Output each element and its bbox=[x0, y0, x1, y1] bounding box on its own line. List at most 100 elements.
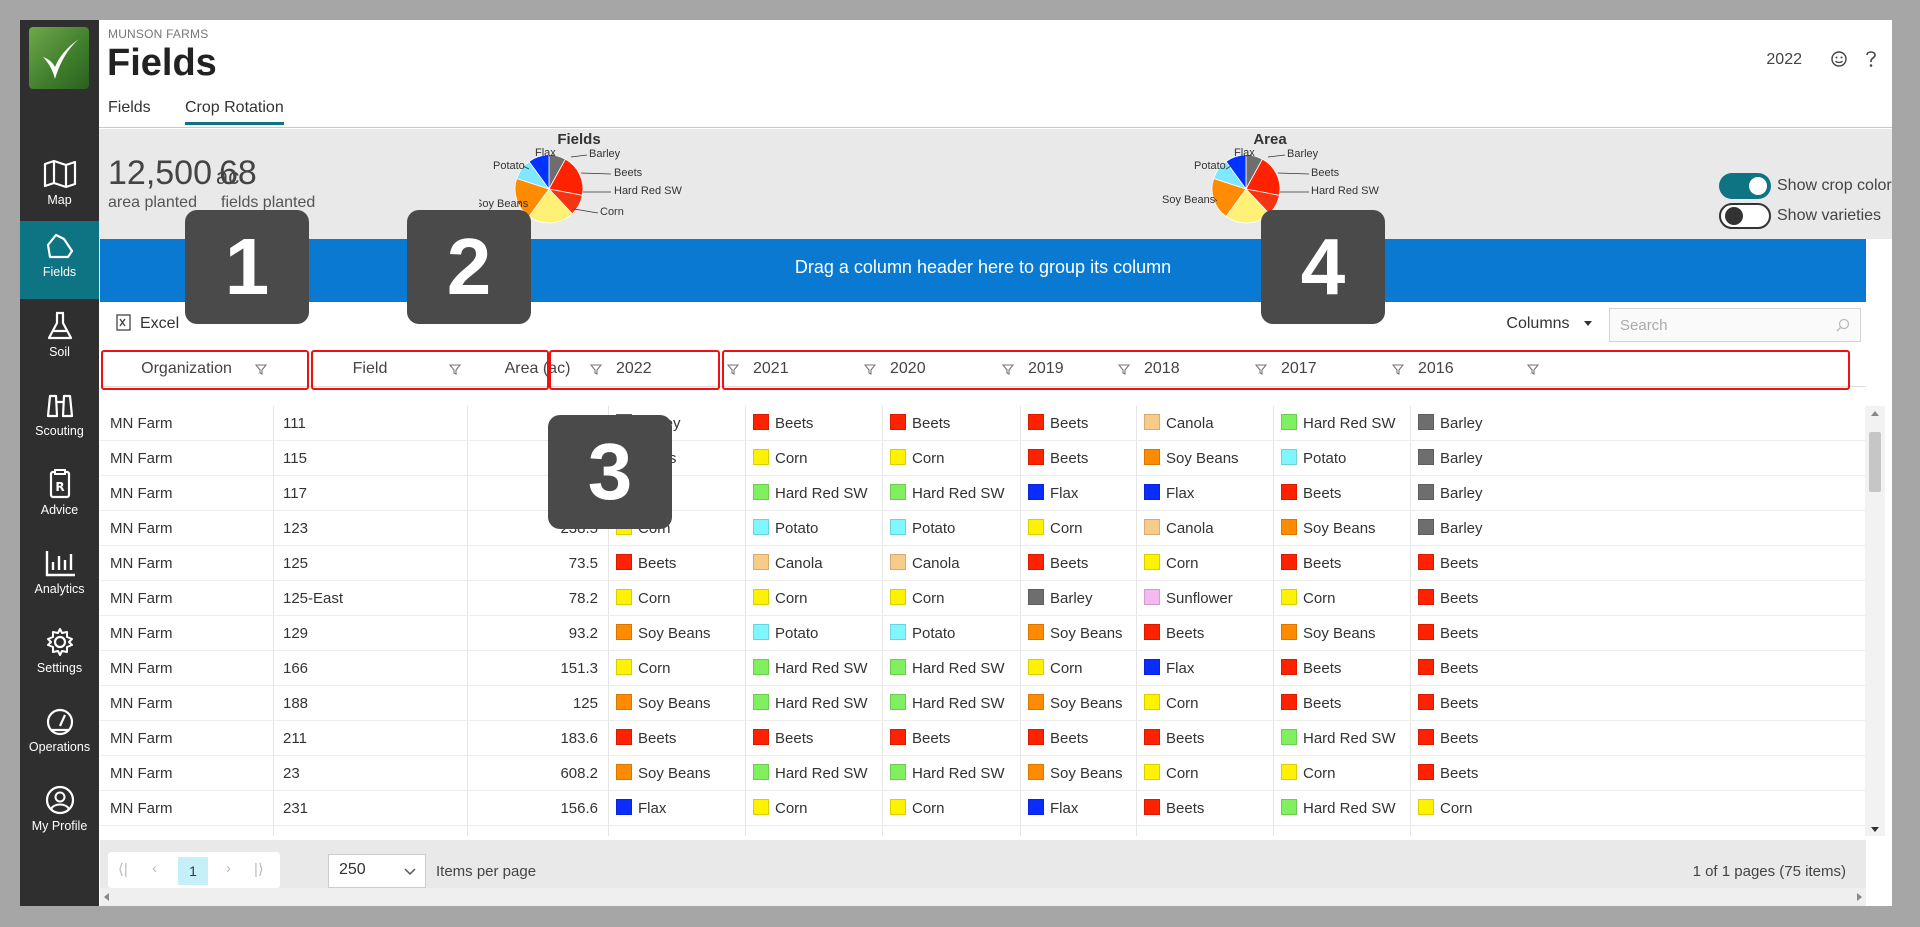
table-row[interactable]: MN Farm111296.9BarleyBeetsBeetsBeetsCano… bbox=[100, 406, 1866, 441]
next-page-button[interactable]: › bbox=[226, 860, 231, 877]
crop-color-swatch bbox=[753, 659, 769, 675]
sidebar-item-settings[interactable]: Settings bbox=[20, 617, 99, 695]
crop-color-swatch bbox=[890, 414, 906, 430]
crop-name: Beets bbox=[912, 730, 951, 747]
crop-color-swatch bbox=[890, 799, 906, 815]
columns-menu-button[interactable]: Columns bbox=[1506, 315, 1594, 333]
group-drop-zone[interactable]: Drag a column header here to group its c… bbox=[100, 239, 1866, 302]
table-row[interactable]: MN Farm 166 151.3 Corn Hard Red SW Hard Red S… bbox=[100, 651, 1866, 686]
table-row[interactable]: MN Farm 211 183.6 Beets Beets Beets Beets Beets… bbox=[100, 721, 1866, 756]
cell-crop-2022: Soy Beans bbox=[616, 756, 743, 791]
crop-color-swatch bbox=[1144, 414, 1160, 430]
sidebar-item-fields[interactable]: Fields bbox=[20, 221, 99, 299]
cell-crop-2019: Corn bbox=[1028, 511, 1134, 546]
crop-name: Soy Beans bbox=[1166, 450, 1239, 467]
cell-field: 117 bbox=[283, 485, 307, 502]
sidebar-item-scouting[interactable]: Scouting bbox=[20, 380, 99, 458]
cell-field: 129 bbox=[283, 625, 309, 642]
show-varieties-toggle[interactable] bbox=[1719, 203, 1771, 229]
show-crop-colors-label: Show crop colors bbox=[1777, 177, 1892, 194]
highlight-area-column bbox=[549, 350, 720, 390]
horizontal-scrollbar[interactable] bbox=[100, 888, 1866, 906]
crop-name: Barley bbox=[1050, 590, 1093, 607]
smiley-icon[interactable] bbox=[1830, 50, 1848, 68]
last-page-button[interactable]: |⟩ bbox=[254, 860, 264, 878]
help-icon[interactable] bbox=[1864, 50, 1878, 68]
cell-crop-2020: Hard Red SW bbox=[890, 476, 1018, 511]
sidebar-item-advice[interactable]: R Advice bbox=[20, 459, 99, 537]
excel-export-button[interactable]: Excel bbox=[116, 314, 179, 333]
tab-crop-rotation[interactable]: Crop Rotation bbox=[185, 99, 284, 125]
sidebar-item-my-profile[interactable]: My Profile bbox=[20, 775, 99, 853]
cell-crop-2016: Beets bbox=[1418, 686, 1543, 721]
crop-color-swatch bbox=[1144, 589, 1160, 605]
crop-color-swatch bbox=[1281, 449, 1297, 465]
sidebar-label-advice: Advice bbox=[40, 503, 79, 517]
crop-color-swatch bbox=[1144, 554, 1160, 570]
sidebar-item-operations[interactable]: Operations bbox=[20, 696, 99, 774]
crop-name: Soy Beans bbox=[1050, 625, 1123, 642]
crop-color-swatch bbox=[616, 694, 632, 710]
crop-name: Potato bbox=[912, 625, 956, 642]
crop-color-swatch bbox=[1028, 589, 1044, 605]
first-page-button[interactable]: ⟨| bbox=[118, 860, 128, 878]
table-row[interactable]: MN Farm123238.5CornPotatoPotatoCornCanol… bbox=[100, 511, 1866, 546]
table-row[interactable]: MN Farm 23 608.2 Soy Beans Hard Red SW Hard R… bbox=[100, 756, 1866, 791]
crop-name: Hard Red SW bbox=[1303, 800, 1396, 817]
year-selector[interactable]: 2022 bbox=[1766, 51, 1802, 69]
cell-crop-2021: Corn bbox=[753, 441, 880, 476]
crop-name: Potato bbox=[1303, 450, 1347, 467]
crop-name: Flax bbox=[1166, 660, 1195, 677]
crop-color-swatch bbox=[1144, 799, 1160, 815]
cell-crop-2018: Canola bbox=[1144, 406, 1271, 441]
current-page-button[interactable]: 1 bbox=[178, 857, 208, 885]
prev-page-button[interactable]: ‹ bbox=[152, 860, 157, 877]
sidebar-item-soil[interactable]: Soil bbox=[20, 301, 99, 379]
show-crop-colors-toggle[interactable] bbox=[1719, 173, 1771, 199]
show-varieties-label: Show varieties bbox=[1777, 207, 1882, 224]
sidebar-item-analytics[interactable]: Analytics bbox=[20, 538, 99, 616]
table-row[interactable]: MN Farm 188 125 Soy Beans Hard Red SW Hard Re… bbox=[100, 686, 1866, 721]
highlight-field-column bbox=[311, 350, 549, 390]
table-row[interactable]: MN Farm 231 156.6 Flax Corn Corn Flax Beets Hard… bbox=[100, 791, 1866, 826]
highlight-year-columns bbox=[722, 350, 1850, 390]
callout-badge-4: 4 bbox=[1261, 210, 1385, 324]
crop-color-swatch bbox=[1028, 799, 1044, 815]
cell-area: 125 bbox=[572, 695, 598, 712]
cell-crop-2017: Corn bbox=[1281, 581, 1408, 616]
crop-color-swatch bbox=[753, 414, 769, 430]
sidebar-item-map[interactable]: Map bbox=[20, 149, 99, 227]
scroll-up-arrow-icon bbox=[1871, 411, 1879, 416]
crop-name: Beets bbox=[1166, 800, 1205, 817]
cell-field: 231 bbox=[283, 800, 309, 817]
app-logo[interactable] bbox=[29, 27, 89, 89]
crop-color-swatch bbox=[616, 589, 632, 605]
crop-color-swatch bbox=[753, 694, 769, 710]
crop-color-swatch bbox=[1418, 414, 1434, 430]
cell-crop-2020: Hard Red SW bbox=[890, 651, 1018, 686]
crop-name: Beets bbox=[1440, 660, 1479, 677]
vertical-scrollbar-thumb[interactable] bbox=[1869, 432, 1881, 492]
table-row[interactable]: MN Farm 125-East 78.2 Corn Corn Corn Barley Sun… bbox=[100, 581, 1866, 616]
crop-color-swatch bbox=[753, 624, 769, 640]
crop-color-swatch bbox=[1281, 554, 1297, 570]
items-per-page-select[interactable]: 250 bbox=[328, 854, 426, 888]
sidebar-label-scouting: Scouting bbox=[35, 424, 84, 438]
cell-crop-2020: Beets bbox=[890, 406, 1018, 441]
tab-fields[interactable]: Fields bbox=[108, 99, 151, 122]
cell-crop-2021: Hard Red SW bbox=[753, 686, 880, 721]
table-row[interactable]: MN Farm 129 93.2 Soy Beans Potato Potato Soy B… bbox=[100, 616, 1866, 651]
cell-crop-2019: Flax bbox=[1028, 791, 1134, 826]
table-row[interactable]: MN Farm 125 73.5 Beets Canola Canola Beets Corn… bbox=[100, 546, 1866, 581]
crop-color-swatch bbox=[890, 449, 906, 465]
cell-crop-2019: Flax bbox=[1028, 476, 1134, 511]
search-input[interactable]: Search bbox=[1609, 308, 1861, 342]
cell-crop-2016: Barley bbox=[1418, 406, 1543, 441]
fields-icon bbox=[46, 233, 73, 259]
table-row[interactable]: MN Farm115152.8BeetsCornCornBeetsSoy Bea… bbox=[100, 441, 1866, 476]
crop-name: Corn bbox=[638, 590, 671, 607]
organization-name: MUNSON FARMS bbox=[108, 27, 209, 41]
table-row[interactable]: MN Farm117134.5FlaxHard Red SWHard Red S… bbox=[100, 476, 1866, 511]
crop-color-swatch bbox=[616, 729, 632, 745]
cell-field: 23 bbox=[283, 765, 300, 782]
